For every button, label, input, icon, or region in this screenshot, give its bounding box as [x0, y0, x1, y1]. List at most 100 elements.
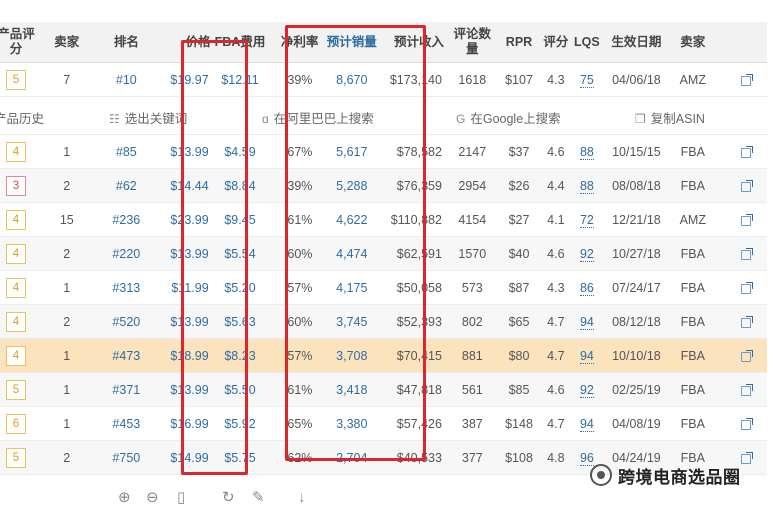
col-effective-date[interactable]: 生效日期 [603, 22, 670, 63]
seller-type-cell: AMZ [669, 202, 717, 237]
score-badge: 4 [5, 209, 26, 230]
sellers-cell: 2 [37, 440, 96, 475]
rank-link[interactable]: #236 [95, 202, 158, 237]
lqs-link[interactable]: 88 [579, 178, 594, 194]
external-link-icon[interactable] [740, 146, 753, 159]
lqs-cell: 72 [570, 202, 604, 237]
date-cell: 10/10/18 [603, 338, 670, 373]
rank-link[interactable]: #750 [95, 440, 158, 475]
action-search-google[interactable]: G 在Google上搜索 [456, 108, 561, 127]
action-copy-asin[interactable]: ❐ 复制ASIN [635, 108, 705, 127]
rank-link[interactable]: #371 [95, 372, 158, 407]
lqs-link[interactable]: 72 [579, 212, 594, 228]
lqs-link[interactable]: 94 [579, 348, 594, 364]
score-cell: 5 [0, 372, 38, 407]
lqs-cell: 88 [570, 134, 604, 169]
date-cell: 10/27/18 [603, 236, 670, 271]
rank-link[interactable]: #10 [95, 62, 158, 97]
date-cell: 02/25/19 [603, 372, 670, 407]
rpr-cell: $27 [496, 202, 542, 237]
external-link-cell [716, 406, 767, 441]
sellers-cell: 15 [37, 202, 96, 237]
col-seller-type[interactable]: 卖家 [669, 22, 717, 63]
external-link-icon[interactable] [740, 214, 753, 227]
score-cell: 6 [0, 406, 38, 441]
action-select-keywords[interactable]: ☷ 选出关键词 [109, 108, 187, 127]
action-product-history[interactable]: 产品历史 [0, 108, 44, 127]
lqs-link[interactable]: 94 [579, 416, 594, 432]
score-cell: 4 [0, 202, 38, 237]
rotate-icon[interactable]: ↻ [222, 490, 235, 505]
external-link-icon[interactable] [740, 74, 753, 87]
reviews-cell: 1618 [447, 62, 497, 97]
col-lqs[interactable]: LQS [570, 22, 604, 63]
google-icon: G [456, 112, 466, 126]
lqs-link[interactable]: 92 [579, 382, 594, 398]
rpr-cell: $40 [496, 236, 542, 271]
reviews-cell: 573 [447, 270, 497, 305]
col-extra [716, 22, 767, 63]
lqs-link[interactable]: 94 [579, 314, 594, 330]
wechat-logo-icon [590, 464, 612, 486]
external-link-icon[interactable] [740, 282, 753, 295]
lqs-link[interactable]: 86 [579, 280, 594, 296]
lqs-link[interactable]: 88 [579, 144, 594, 160]
reviews-cell: 2147 [447, 134, 497, 169]
external-link-icon[interactable] [740, 248, 753, 261]
sellers-cell: 1 [37, 372, 96, 407]
watermark: 跨境电商选品圈 [590, 462, 741, 488]
external-link-icon[interactable] [740, 316, 753, 329]
lqs-link[interactable]: 92 [579, 246, 594, 262]
fit-page-icon[interactable]: ▯ [177, 490, 185, 505]
lqs-link[interactable]: 75 [579, 72, 594, 88]
rating-cell: 4.3 [541, 270, 571, 305]
edit-icon[interactable]: ✎ [252, 490, 265, 505]
zoom-in-icon[interactable]: ⊕ [118, 490, 131, 505]
seller-type-cell: FBA [669, 270, 717, 305]
external-link-icon[interactable] [740, 384, 753, 397]
rank-link[interactable]: #62 [95, 168, 158, 203]
lqs-cell: 94 [570, 338, 604, 373]
score-badge: 4 [5, 243, 26, 264]
rank-link[interactable]: #85 [95, 134, 158, 169]
alibaba-icon: ɑ [262, 112, 269, 126]
rank-link[interactable]: #520 [95, 304, 158, 339]
col-rank[interactable]: 排名 [95, 22, 158, 63]
rpr-cell: $87 [496, 270, 542, 305]
reviews-cell: 387 [447, 406, 497, 441]
col-sellers[interactable]: 卖家 [37, 22, 96, 63]
seller-type-cell: FBA [669, 406, 717, 441]
reviews-cell: 4154 [447, 202, 497, 237]
sellers-cell: 2 [37, 168, 96, 203]
score-cell: 3 [0, 168, 38, 203]
margin-sales-highlight [285, 25, 426, 461]
download-icon[interactable]: ↓ [298, 490, 306, 505]
score-badge: 4 [5, 311, 26, 332]
score-cell: 5 [0, 62, 38, 97]
zoom-out-icon[interactable]: ⊖ [146, 490, 159, 505]
reviews-cell: 561 [447, 372, 497, 407]
reviews-cell: 2954 [447, 168, 497, 203]
rank-link[interactable]: #313 [95, 270, 158, 305]
col-reviews[interactable]: 评论数量 [447, 22, 497, 63]
rank-link[interactable]: #473 [95, 338, 158, 373]
external-link-cell [716, 62, 767, 97]
sellers-cell: 2 [37, 236, 96, 271]
col-rpr[interactable]: RPR [496, 22, 542, 63]
rating-cell: 4.3 [541, 62, 571, 97]
score-badge: 4 [5, 277, 26, 298]
col-rating[interactable]: 评分 [541, 22, 571, 63]
col-product-score[interactable]: 产品评分 [0, 22, 38, 63]
external-link-icon[interactable] [740, 452, 753, 465]
action-label: 产品历史 [0, 112, 45, 126]
external-link-cell [716, 202, 767, 237]
rating-cell: 4.6 [541, 236, 571, 271]
seller-type-cell: FBA [669, 168, 717, 203]
seller-type-cell: AMZ [669, 62, 717, 97]
external-link-icon[interactable] [740, 350, 753, 363]
rank-link[interactable]: #220 [95, 236, 158, 271]
rank-link[interactable]: #453 [95, 406, 158, 441]
external-link-icon[interactable] [740, 180, 753, 193]
external-link-icon[interactable] [740, 418, 753, 431]
seller-type-cell: FBA [669, 134, 717, 169]
